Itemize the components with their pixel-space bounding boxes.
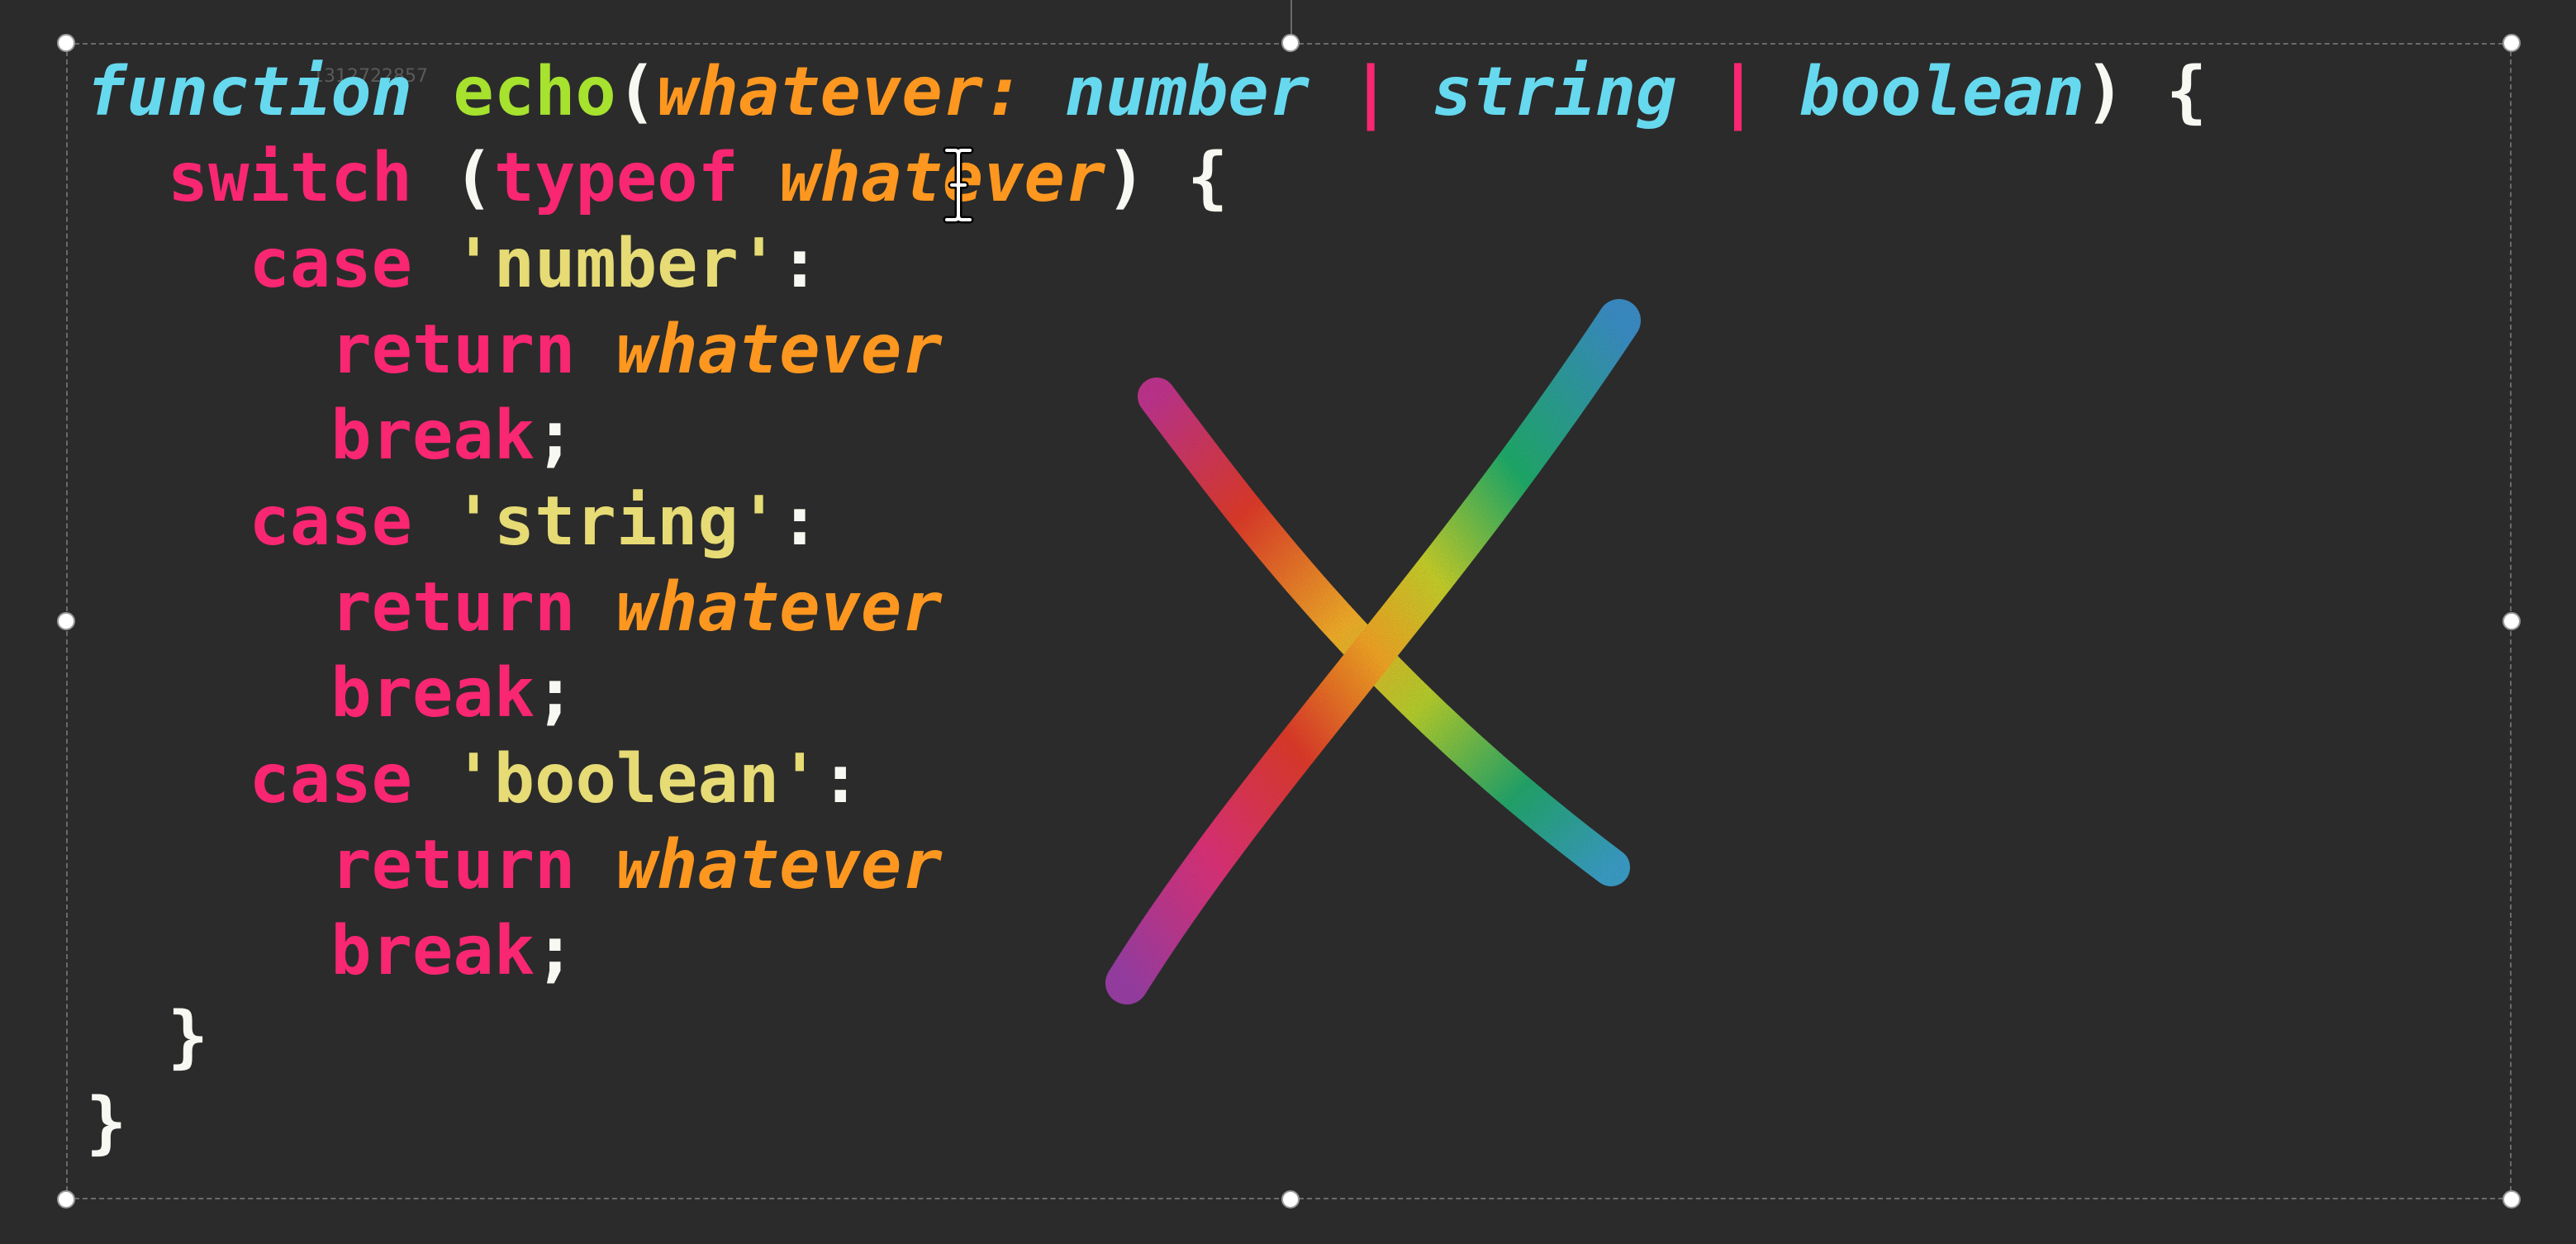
return-value: whatever <box>615 311 943 389</box>
break-keyword: break <box>330 912 535 990</box>
break-keyword: break <box>330 654 535 733</box>
case-colon: : <box>779 482 820 561</box>
type-number: number <box>1064 53 1310 131</box>
closing-brace: } <box>167 998 209 1076</box>
return-keyword: return <box>330 826 576 905</box>
return-value: whatever <box>615 826 943 905</box>
resize-handle-left[interactable] <box>57 612 75 630</box>
code-line-1: function echo(whatever: number | string … <box>86 50 2207 135</box>
type-colon: : <box>983 53 1024 131</box>
resize-handle-right[interactable] <box>2502 612 2521 630</box>
type-boolean: boolean <box>1799 53 2085 131</box>
semicolon: ; <box>535 396 576 475</box>
case-colon: : <box>820 740 862 819</box>
type-string: string <box>1432 53 1677 131</box>
code-line-2: switch (typeof whatever) { <box>86 135 2207 221</box>
return-value: whatever <box>615 568 943 647</box>
resize-handle-top-right[interactable] <box>2502 34 2521 52</box>
case-keyword: case <box>249 740 412 819</box>
case-value: 'string' <box>453 482 780 561</box>
canvas[interactable]: 1312722857 function echo(whatever: numbe… <box>0 0 2576 1244</box>
resize-handle-bottom-left[interactable] <box>57 1190 75 1208</box>
code-line-13: } <box>86 1080 2207 1166</box>
semicolon: ; <box>535 654 576 733</box>
open-paren: ( <box>615 53 658 131</box>
parameter-name: whatever <box>657 53 984 131</box>
signature-close: ) { <box>2084 53 2208 131</box>
union-pipe: | <box>1350 53 1391 131</box>
case-keyword: case <box>249 482 412 561</box>
resize-handle-bottom-right[interactable] <box>2502 1190 2521 1208</box>
switch-keyword: switch <box>167 139 412 217</box>
typeof-keyword: typeof <box>493 139 739 217</box>
text-cursor-icon <box>943 146 974 224</box>
return-keyword: return <box>330 568 576 647</box>
break-keyword: break <box>330 396 535 475</box>
case-value: 'boolean' <box>453 740 820 819</box>
closing-brace: } <box>86 1084 127 1162</box>
semicolon: ; <box>535 912 576 990</box>
union-pipe: | <box>1717 53 1759 131</box>
case-keyword: case <box>249 225 412 303</box>
case-value: 'number' <box>453 225 780 303</box>
resize-handle-bottom[interactable] <box>1281 1190 1300 1208</box>
case-colon: : <box>779 225 820 303</box>
resize-handle-top-left[interactable] <box>57 34 75 52</box>
rainbow-x-mark-icon <box>1105 299 1641 1004</box>
function-keyword: function <box>86 53 412 131</box>
switch-close: ) { <box>1105 139 1229 217</box>
function-name: echo <box>453 53 616 131</box>
open-paren: ( <box>453 139 494 217</box>
return-keyword: return <box>330 311 576 389</box>
